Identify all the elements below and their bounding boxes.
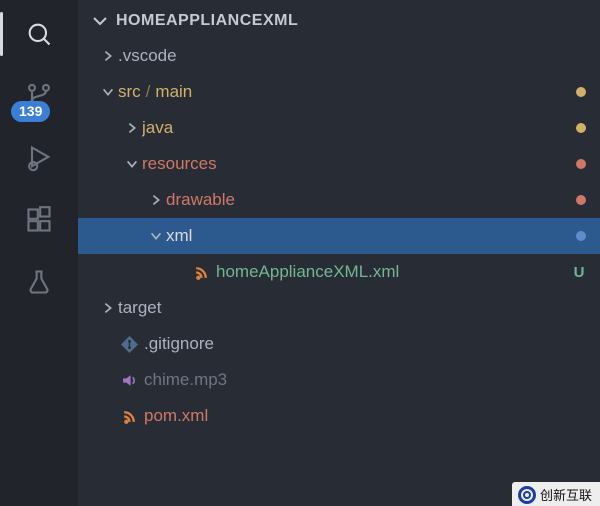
activity-source-control[interactable]: 139: [23, 80, 55, 112]
tree-label: java: [142, 118, 570, 138]
chevron-right-icon[interactable]: [98, 301, 118, 315]
git-icon: [118, 336, 140, 353]
tree-row-pom[interactable]: pom.xml: [78, 398, 600, 434]
watermark-logo-icon: [518, 486, 536, 504]
chevron-right-icon[interactable]: [98, 49, 118, 63]
play-bug-icon: [25, 144, 53, 172]
git-status-letter: U: [572, 264, 586, 281]
audio-icon: [118, 372, 140, 389]
tree-label: .vscode: [118, 46, 586, 66]
tree-row-gitignore[interactable]: .gitignore: [78, 326, 600, 362]
tree-row-vscode[interactable]: .vscode: [78, 38, 600, 74]
activity-search[interactable]: [23, 18, 55, 50]
search-icon: [25, 20, 53, 48]
tree-row-resources[interactable]: resources: [78, 146, 600, 182]
scm-badge: 139: [11, 101, 50, 122]
section-title: HOMEAPPLIANCEXML: [116, 12, 298, 30]
watermark-text: 创新互联: [540, 485, 592, 504]
chevron-down-icon: [92, 13, 110, 29]
tree-label: homeApplianceXML.xml: [216, 262, 572, 282]
file-tree: .vscode src/main java resources drawable xml h…: [78, 38, 600, 434]
status-dot: [576, 87, 586, 97]
status-dot: [576, 195, 586, 205]
rss-orange-icon: [118, 408, 140, 425]
tree-row-chime[interactable]: chime.mp3: [78, 362, 600, 398]
chevron-down-icon[interactable]: [98, 85, 118, 99]
tree-row-home-xml[interactable]: homeApplianceXML.xmlU: [78, 254, 600, 290]
explorer-sidebar: HOMEAPPLIANCEXML .vscode src/main java reso…: [78, 0, 600, 506]
tree-row-src-main[interactable]: src/main: [78, 74, 600, 110]
activity-bar: 139: [0, 0, 78, 506]
tree-row-drawable[interactable]: drawable: [78, 182, 600, 218]
rss-orange-icon: [190, 264, 212, 281]
status-dot: [576, 231, 586, 241]
chevron-down-icon[interactable]: [146, 229, 166, 243]
tree-label: drawable: [166, 190, 570, 210]
chevron-right-icon[interactable]: [122, 121, 142, 135]
activity-testing[interactable]: [23, 266, 55, 298]
tree-row-java[interactable]: java: [78, 110, 600, 146]
tree-label: pom.xml: [144, 406, 586, 426]
watermark: 创新互联: [512, 482, 600, 506]
status-dot: [576, 123, 586, 133]
tree-label: chime.mp3: [144, 370, 586, 390]
chevron-down-icon[interactable]: [122, 157, 142, 171]
explorer-section-header[interactable]: HOMEAPPLIANCEXML: [78, 8, 600, 38]
activity-extensions[interactable]: [23, 204, 55, 236]
status-dot: [576, 159, 586, 169]
activity-run-debug[interactable]: [23, 142, 55, 174]
tree-label: target: [118, 298, 586, 318]
beaker-icon: [25, 268, 53, 296]
extensions-icon: [25, 206, 53, 234]
tree-label: .gitignore: [144, 334, 586, 354]
chevron-right-icon[interactable]: [146, 193, 166, 207]
tree-row-xml[interactable]: xml: [78, 218, 600, 254]
tree-label: src/main: [118, 82, 570, 102]
tree-label: resources: [142, 154, 570, 174]
tree-row-target[interactable]: target: [78, 290, 600, 326]
tree-label: xml: [166, 226, 570, 246]
